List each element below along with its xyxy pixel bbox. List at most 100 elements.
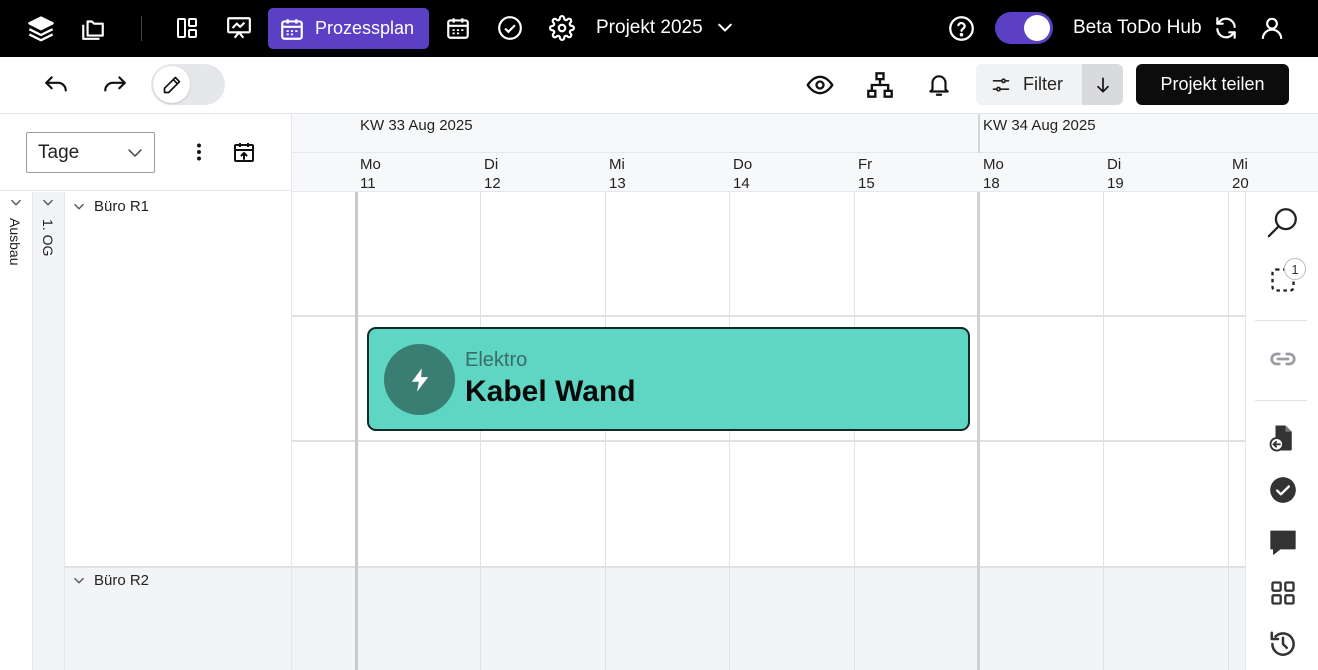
comment-icon[interactable] — [1266, 525, 1300, 559]
day-date: 20 — [1232, 175, 1249, 192]
week-divider — [977, 192, 980, 670]
toolbar: Filter Projekt teilen — [0, 57, 1318, 114]
project-select[interactable]: Projekt 2025 — [596, 14, 735, 42]
folders-icon[interactable] — [79, 14, 107, 42]
day-header: Do 14 — [733, 155, 752, 193]
arrow-down-icon — [1096, 77, 1109, 92]
day-header: Di 19 — [1107, 155, 1124, 193]
day-header: Mi 13 — [609, 155, 626, 193]
user-icon[interactable] — [1258, 14, 1286, 42]
row-label-text: Büro R1 — [94, 198, 150, 215]
selection-count-badge: 1 — [1284, 258, 1306, 280]
kebab-icon[interactable] — [184, 137, 214, 167]
hub-label: Beta ToDo Hub — [1073, 17, 1202, 38]
chevron-down-icon[interactable] — [41, 196, 55, 210]
day-date: 18 — [983, 175, 1000, 192]
week-label-kw33: KW 33 Aug 2025 — [360, 117, 473, 134]
row-label-buero-r2[interactable]: Büro R2 — [72, 572, 149, 589]
grid-line — [291, 315, 1245, 317]
time-scale-select[interactable]: Tage — [26, 132, 155, 173]
calendar-today-icon[interactable] — [229, 137, 259, 167]
layers-icon[interactable] — [27, 14, 55, 42]
layout-icon[interactable] — [173, 14, 201, 42]
grid-line — [605, 192, 606, 670]
sidebar-divider — [1255, 320, 1307, 321]
project-select-label: Projekt 2025 — [596, 17, 703, 38]
task-title: Kabel Wand — [465, 375, 636, 408]
calendar-icon — [281, 18, 303, 40]
day-header: Di 12 — [484, 155, 501, 193]
settings-icon[interactable] — [548, 14, 576, 42]
lightning-icon — [384, 344, 455, 415]
tab-prozessplan-label: Prozessplan — [315, 18, 415, 38]
sliders-icon — [992, 77, 1010, 92]
row-label-buero-r1[interactable]: Büro R1 — [72, 198, 149, 215]
undo-icon[interactable] — [41, 70, 71, 100]
filter-button[interactable]: Filter — [976, 64, 1082, 105]
task-card[interactable]: Elektro Kabel Wand — [367, 327, 970, 431]
grid-line — [291, 440, 1245, 442]
topbar-divider — [141, 16, 142, 41]
share-project-button[interactable]: Projekt teilen — [1136, 64, 1289, 105]
grid-line — [1228, 192, 1229, 670]
day-date: 13 — [609, 175, 626, 192]
day-dow: Mo — [983, 156, 1004, 173]
history-icon[interactable] — [1266, 627, 1300, 661]
week-row-divider — [291, 152, 1318, 153]
level-label-1og: 1. OG — [40, 219, 56, 257]
chevron-down-icon — [74, 577, 84, 583]
grid-line — [854, 192, 855, 670]
grid-icon[interactable] — [1266, 576, 1300, 610]
day-header: Mi 20 — [1232, 155, 1249, 193]
document-import-icon[interactable] — [1266, 421, 1300, 455]
day-date: 14 — [733, 175, 750, 192]
day-dow: Do — [733, 156, 753, 173]
edit-mode-toggle[interactable] — [151, 64, 225, 105]
chevron-down-icon — [74, 203, 84, 209]
check-circle-icon[interactable] — [496, 14, 524, 42]
pencil-icon — [153, 66, 190, 103]
week-divider — [978, 114, 980, 153]
day-date: 11 — [360, 175, 376, 192]
day-date: 19 — [1107, 175, 1124, 192]
calendar-icon[interactable] — [444, 14, 472, 42]
presentation-icon[interactable] — [225, 14, 253, 42]
row-buero-r2 — [65, 566, 1245, 670]
chevron-down-icon[interactable] — [9, 196, 23, 210]
level-column: 1. OG — [33, 192, 65, 670]
eye-icon[interactable] — [805, 70, 835, 100]
task-category: Elektro — [465, 349, 528, 371]
grid-line — [1103, 192, 1104, 670]
day-dow: Mi — [609, 156, 625, 173]
grid-line — [480, 192, 481, 670]
sort-button[interactable] — [1082, 64, 1123, 105]
time-scale-value: Tage — [38, 141, 80, 163]
bell-icon[interactable] — [924, 70, 954, 100]
day-date: 12 — [484, 175, 501, 192]
grid-line — [729, 192, 730, 670]
day-dow: Mo — [360, 156, 381, 173]
check-badge-icon[interactable] — [1266, 473, 1300, 507]
day-date: 15 — [858, 175, 875, 192]
today-line — [355, 192, 358, 670]
chevron-down-icon — [717, 23, 732, 32]
tab-prozessplan[interactable]: Prozessplan — [268, 8, 429, 49]
chevron-down-icon — [128, 148, 142, 157]
redo-icon[interactable] — [100, 70, 130, 100]
link-icon[interactable] — [1266, 342, 1300, 376]
top-bar: Prozessplan Projekt 2025 Beta ToDo Hub — [0, 0, 1318, 57]
grid-line — [291, 192, 292, 670]
group-column: Ausbau — [0, 192, 33, 670]
group-label-ausbau: Ausbau — [7, 218, 23, 266]
day-header: Fr 15 — [858, 155, 875, 193]
refresh-icon[interactable] — [1212, 14, 1240, 42]
help-circle-icon[interactable] — [947, 14, 975, 42]
day-dow: Fr — [858, 156, 873, 173]
week-label-kw34: KW 34 Aug 2025 — [983, 117, 1096, 134]
beta-toggle[interactable] — [995, 12, 1053, 44]
day-header: Mo 18 — [983, 155, 1004, 193]
row-label-text: Büro R2 — [94, 572, 150, 589]
hierarchy-icon[interactable] — [865, 70, 895, 100]
day-dow: Di — [484, 156, 499, 173]
search-icon[interactable] — [1266, 205, 1300, 239]
